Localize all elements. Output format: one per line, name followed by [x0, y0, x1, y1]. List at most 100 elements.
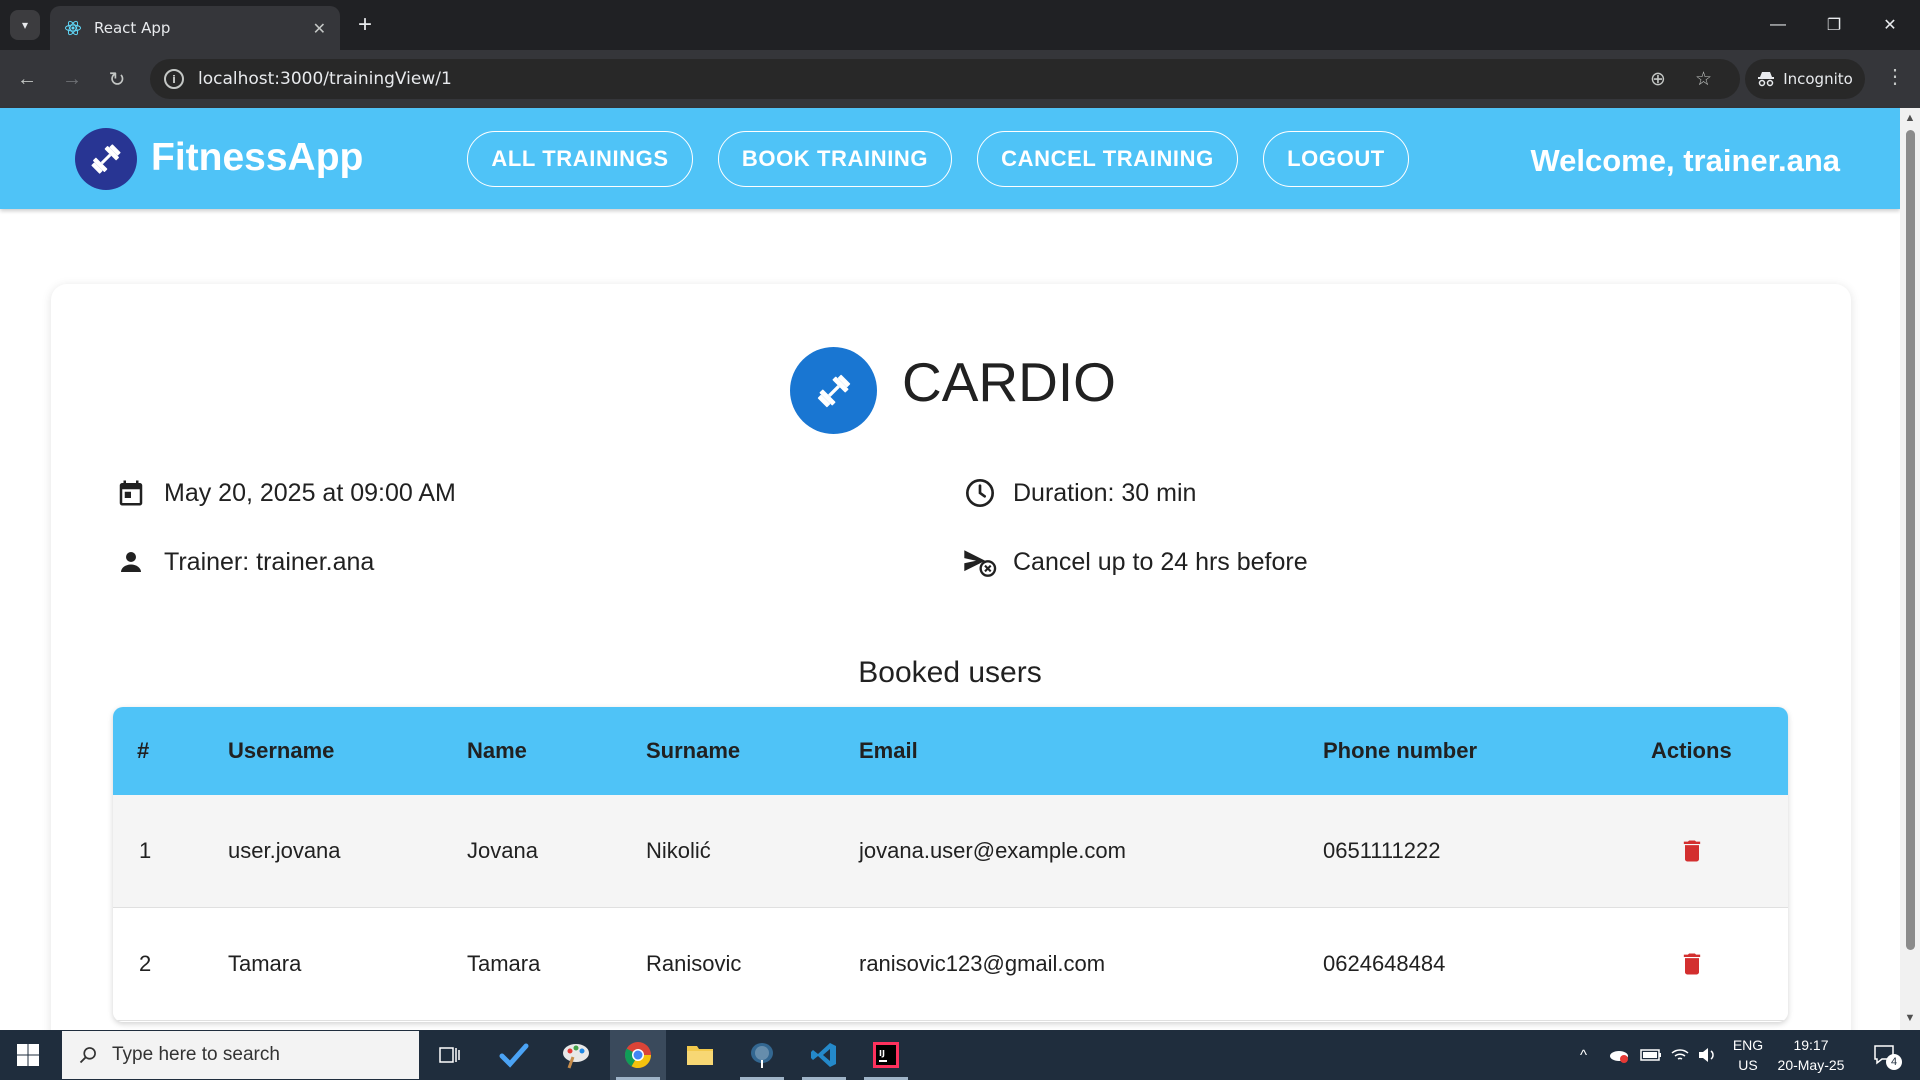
- app-logo[interactable]: [75, 128, 137, 190]
- nav-cancel-training-button[interactable]: CANCEL TRAINING: [977, 131, 1238, 187]
- close-window-button[interactable]: ✕: [1862, 0, 1918, 50]
- row-name: Tamara: [467, 951, 541, 976]
- search-icon: [79, 1047, 96, 1064]
- trash-icon: [1683, 953, 1701, 975]
- show-hidden-icons-chevron[interactable]: ^: [1580, 1030, 1587, 1080]
- scrollbar-thumb[interactable]: [1906, 130, 1915, 950]
- react-icon: [65, 20, 81, 36]
- address-bar[interactable]: i localhost:3000/trainingView/1 ⊕ ☆: [150, 59, 1740, 99]
- notification-center-icon[interactable]: 4: [1868, 1030, 1902, 1080]
- booked-users-table: # Username Name Surname Email Phone numb…: [113, 707, 1788, 1022]
- column-header-number: #: [137, 738, 150, 763]
- task-view-icon[interactable]: [422, 1030, 478, 1080]
- file-explorer-icon[interactable]: [672, 1030, 728, 1080]
- training-title: CARDIO: [902, 351, 1116, 413]
- chrome-app-icon[interactable]: [610, 1030, 666, 1080]
- back-button[interactable]: ←: [12, 64, 42, 94]
- column-header-username: Username: [228, 738, 335, 763]
- table-header: # Username Name Surname Email Phone numb…: [113, 707, 1788, 795]
- row-email: jovana.user@example.com: [859, 838, 1126, 863]
- column-header-phone: Phone number: [1323, 738, 1478, 763]
- row-name: Jovana: [467, 838, 538, 863]
- language-code: ENG: [1732, 1037, 1764, 1053]
- reload-button[interactable]: ↻: [102, 64, 132, 94]
- column-header-name: Name: [467, 738, 527, 763]
- browser-tab[interactable]: React App ✕: [50, 6, 340, 50]
- windows-taskbar: Type here to search IJ ^ ENG US 19:17 20…: [0, 1030, 1920, 1080]
- keyboard-region: US: [1738, 1057, 1758, 1073]
- intellij-app-icon[interactable]: IJ: [858, 1030, 914, 1080]
- taskbar-search-placeholder: Type here to search: [112, 1044, 280, 1065]
- language-indicator[interactable]: ENG US: [1728, 1035, 1768, 1075]
- browser-menu-icon[interactable]: ⋮: [1880, 64, 1910, 89]
- row-surname: Ranisovic: [646, 951, 742, 976]
- person-icon: [114, 545, 148, 579]
- site-info-icon[interactable]: i: [164, 69, 184, 89]
- battery-icon[interactable]: [1640, 1030, 1662, 1080]
- paint-app-icon[interactable]: [548, 1030, 604, 1080]
- row-number: 1: [139, 838, 152, 863]
- table-row: 1 user.jovana Jovana Nikolić jovana.user…: [113, 795, 1788, 908]
- training-avatar: [790, 347, 877, 434]
- new-tab-button[interactable]: +: [352, 11, 378, 38]
- welcome-text: Welcome, trainer.ana: [1530, 143, 1840, 178]
- clock-date: 20-May-25: [1777, 1057, 1845, 1073]
- dumbbell-icon: [817, 374, 850, 407]
- onedrive-icon[interactable]: [1608, 1030, 1630, 1080]
- zoom-icon[interactable]: ⊕: [1650, 59, 1666, 99]
- tab-title: React App: [94, 19, 171, 37]
- training-trainer-row: Trainer: trainer.ana: [114, 545, 374, 579]
- url-text: localhost:3000/trainingView/1: [198, 69, 452, 89]
- todo-app-icon[interactable]: [486, 1030, 542, 1080]
- browser-toolbar: ← → ↻ i localhost:3000/trainingView/1 ⊕ …: [0, 50, 1920, 108]
- minimize-button[interactable]: —: [1750, 0, 1806, 50]
- row-phone: 0651111222: [1323, 838, 1441, 863]
- scroll-up-arrow[interactable]: ▲: [1903, 112, 1917, 126]
- row-username: user.jovana: [228, 838, 341, 863]
- app-header: FitnessApp ALL TRAININGS BOOK TRAINING C…: [0, 108, 1900, 209]
- table-row: 2 Tamara Tamara Ranisovic ranisovic123@g…: [113, 908, 1788, 1021]
- column-header-email: Email: [859, 738, 918, 763]
- booked-users-title: Booked users: [858, 656, 1042, 689]
- vscode-app-icon[interactable]: [796, 1030, 852, 1080]
- row-phone: 0624648484: [1323, 951, 1446, 976]
- volume-icon[interactable]: [1697, 1030, 1717, 1080]
- restore-button[interactable]: ❐: [1806, 0, 1862, 50]
- trash-icon: [1683, 840, 1701, 862]
- incognito-indicator[interactable]: Incognito: [1745, 59, 1865, 99]
- scroll-down-arrow[interactable]: ▼: [1903, 1012, 1917, 1026]
- forward-button[interactable]: →: [57, 64, 87, 94]
- notification-count-badge: 4: [1886, 1054, 1902, 1070]
- bookmark-star-icon[interactable]: ☆: [1695, 59, 1712, 99]
- clock-time: 19:17: [1793, 1037, 1829, 1053]
- row-number: 2: [139, 951, 152, 976]
- nav-all-trainings-button[interactable]: ALL TRAININGS: [467, 131, 693, 187]
- nav-logout-button[interactable]: LOGOUT: [1263, 131, 1409, 187]
- tab-search-button[interactable]: ▾: [10, 10, 40, 40]
- training-cancel-policy: Cancel up to 24 hrs before: [1013, 547, 1308, 576]
- delete-user-button[interactable]: [1678, 795, 1706, 907]
- clock[interactable]: 19:17 20-May-25: [1770, 1035, 1852, 1075]
- postgres-app-icon[interactable]: [734, 1030, 790, 1080]
- browser-tabstrip: ▾ React App ✕ + — ❐ ✕: [0, 0, 1920, 50]
- incognito-label: Incognito: [1783, 70, 1853, 88]
- delete-user-button[interactable]: [1678, 908, 1706, 1020]
- incognito-icon: [1758, 72, 1775, 87]
- cancel-schedule-icon: [963, 545, 997, 579]
- column-header-surname: Surname: [646, 738, 741, 763]
- svg-text:IJ: IJ: [879, 1049, 885, 1058]
- brand-name[interactable]: FitnessApp: [151, 136, 363, 180]
- clock-icon: [963, 476, 997, 510]
- training-duration-row: Duration: 30 min: [963, 476, 1196, 510]
- training-datetime: May 20, 2025 at 09:00 AM: [164, 478, 456, 507]
- wifi-icon[interactable]: [1670, 1030, 1690, 1080]
- taskbar-search-box[interactable]: Type here to search: [62, 1031, 419, 1079]
- nav-book-training-button[interactable]: BOOK TRAINING: [718, 131, 952, 187]
- windows-start-icon[interactable]: [16, 1043, 40, 1067]
- column-header-actions: Actions: [1651, 738, 1732, 763]
- training-trainer: Trainer: trainer.ana: [164, 547, 375, 576]
- tab-close-icon[interactable]: ✕: [313, 19, 326, 38]
- row-username: Tamara: [228, 951, 302, 976]
- calendar-icon: [114, 476, 148, 510]
- training-duration: Duration: 30 min: [1013, 478, 1197, 507]
